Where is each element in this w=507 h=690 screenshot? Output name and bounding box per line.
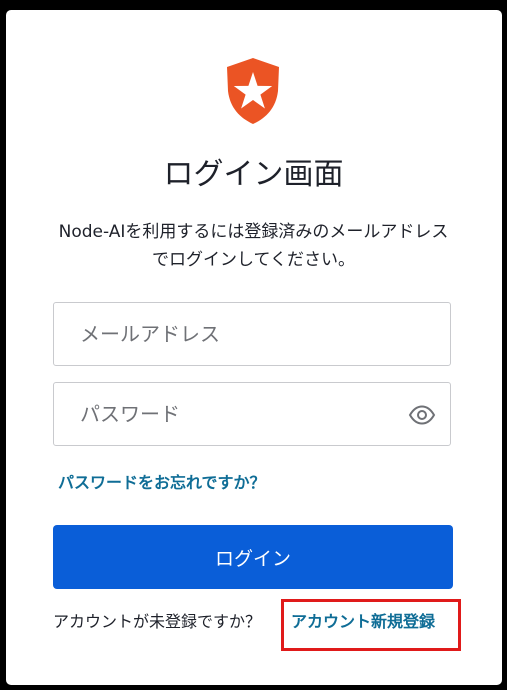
password-field[interactable]: [54, 383, 450, 445]
page-title: ログイン画面: [163, 157, 344, 192]
description-line-1: Node-AIを利用するには登録済みのメールアドレス: [58, 222, 449, 242]
eye-icon[interactable]: [408, 401, 436, 429]
star-shield-icon: [227, 58, 279, 124]
description-line-2: でログインしてください。: [152, 250, 355, 270]
email-field-container: [53, 302, 451, 366]
email-field[interactable]: [54, 303, 450, 365]
password-field-container: [53, 382, 451, 446]
signup-prompt: アカウントが未登録ですか？: [53, 612, 262, 631]
login-button[interactable]: ログイン: [53, 525, 453, 589]
forgot-password-link[interactable]: パスワードをお忘れですか？: [58, 469, 266, 493]
signup-link[interactable]: アカウント新規登録: [291, 610, 435, 634]
login-description: Node-AIを利用するには登録済みのメールアドレス でログインしてください。: [50, 218, 457, 274]
